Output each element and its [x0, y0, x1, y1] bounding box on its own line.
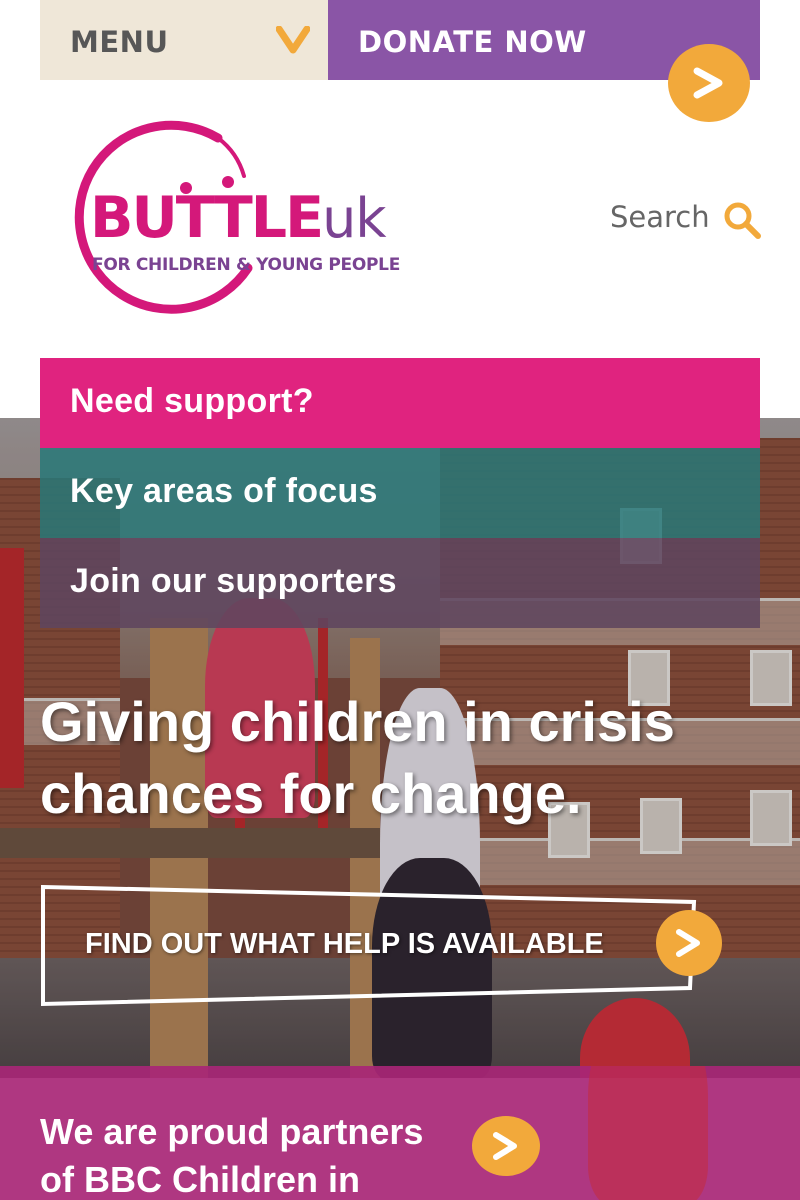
nav-label: Join our supporters	[70, 562, 397, 600]
chevron-down-icon	[276, 26, 310, 54]
arrow-right-icon	[493, 1132, 517, 1160]
nav-label: Key areas of focus	[70, 472, 378, 510]
cta-arrow-icon	[656, 910, 722, 976]
search-label: Search	[610, 200, 710, 234]
nav-need-support[interactable]: Need support?	[40, 358, 760, 448]
logo-name: BUTTLE	[90, 185, 324, 251]
arrow-right-icon	[693, 67, 723, 99]
nav-label: Need support?	[70, 382, 314, 420]
nav-join-our-supporters[interactable]: Join our supporters	[40, 538, 760, 628]
find-help-label: FIND OUT WHAT HELP IS AVAILABLE	[85, 928, 604, 960]
nav-key-areas-of-focus[interactable]: Key areas of focus	[40, 448, 760, 538]
hero-headline: Giving children in crisis chances for ch…	[40, 690, 675, 825]
menu-label: MENU	[70, 25, 169, 59]
donate-arrow-button[interactable]	[668, 44, 750, 122]
logo-wordmark: BUTTLEuk	[90, 187, 387, 250]
buttle-uk-logo[interactable]: BUTTLEuk FOR CHILDREN & YOUNG PEOPLE	[40, 118, 410, 318]
search-icon	[724, 202, 761, 239]
partner-arrow-button[interactable]	[472, 1116, 540, 1176]
partner-banner[interactable]: We are proud partners of BBC Children in	[0, 1066, 800, 1200]
donate-label: DONATE NOW	[358, 25, 587, 59]
partner-text: We are proud partners of BBC Children in	[40, 1111, 424, 1200]
logo-suffix: uk	[322, 187, 386, 250]
search-button[interactable]: Search	[610, 196, 762, 246]
menu-button[interactable]: MENU	[40, 0, 328, 80]
logo-tagline: FOR CHILDREN & YOUNG PEOPLE	[92, 255, 401, 275]
partner-child	[588, 1066, 708, 1200]
find-help-button[interactable]: FIND OUT WHAT HELP IS AVAILABLE	[40, 884, 722, 1008]
arrow-right-icon	[676, 929, 700, 957]
